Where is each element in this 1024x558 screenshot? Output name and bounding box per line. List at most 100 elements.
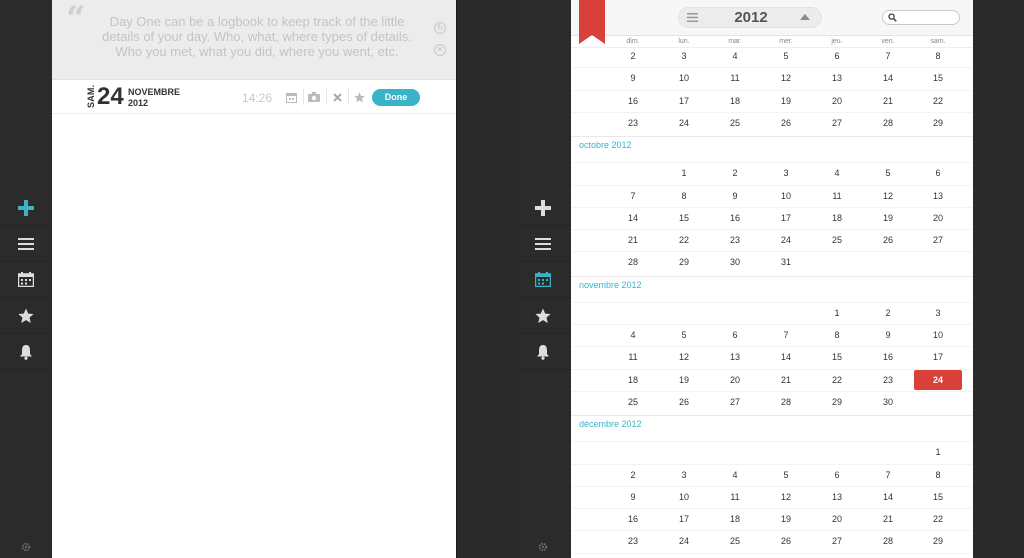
calendar-view-button[interactable] bbox=[0, 262, 52, 298]
calendar-day[interactable]: 8 bbox=[822, 330, 852, 340]
calendar-day[interactable]: 21 bbox=[873, 96, 903, 106]
calendar-day[interactable]: 17 bbox=[669, 96, 699, 106]
calendar-day[interactable]: 15 bbox=[923, 73, 953, 83]
calendar-day[interactable]: 31 bbox=[771, 257, 801, 267]
search-input[interactable] bbox=[882, 10, 960, 25]
calendar-day[interactable]: 10 bbox=[669, 73, 699, 83]
calendar-day[interactable]: 20 bbox=[923, 213, 953, 223]
calendar-day[interactable]: 25 bbox=[822, 235, 852, 245]
calendar-day[interactable]: 3 bbox=[669, 470, 699, 480]
calendar-day[interactable]: 20 bbox=[822, 514, 852, 524]
calendar-day[interactable]: 22 bbox=[923, 514, 953, 524]
calendar-day[interactable]: 10 bbox=[669, 492, 699, 502]
calendar-day[interactable]: 25 bbox=[720, 536, 750, 546]
calendar-day[interactable]: 29 bbox=[923, 118, 953, 128]
calendar-day[interactable]: 28 bbox=[873, 536, 903, 546]
starred-button[interactable] bbox=[515, 298, 571, 334]
calendar-day[interactable]: 4 bbox=[822, 168, 852, 178]
calendar-day[interactable]: 30 bbox=[720, 257, 750, 267]
calendar-day[interactable]: 29 bbox=[669, 257, 699, 267]
year-selector[interactable]: 2012 bbox=[678, 7, 822, 28]
calendar-day[interactable]: 15 bbox=[923, 492, 953, 502]
calendar-day[interactable]: 14 bbox=[771, 352, 801, 362]
calendar-day[interactable]: 7 bbox=[618, 191, 648, 201]
calendar-day[interactable]: 9 bbox=[873, 330, 903, 340]
add-photo-button[interactable] bbox=[307, 90, 321, 104]
calendar-day[interactable]: 2 bbox=[618, 51, 648, 61]
list-view-button[interactable] bbox=[515, 226, 571, 262]
delete-entry-button[interactable] bbox=[330, 90, 344, 104]
calendar-day[interactable]: 4 bbox=[720, 470, 750, 480]
calendar-day[interactable]: 19 bbox=[771, 96, 801, 106]
calendar-day[interactable]: 11 bbox=[720, 73, 750, 83]
new-entry-button[interactable] bbox=[0, 190, 52, 226]
calendar-day[interactable]: 22 bbox=[822, 375, 852, 385]
calendar-day[interactable]: 25 bbox=[618, 397, 648, 407]
calendar-day[interactable]: 18 bbox=[720, 514, 750, 524]
calendar-day[interactable]: 28 bbox=[618, 257, 648, 267]
calendar-day[interactable]: 25 bbox=[720, 118, 750, 128]
calendar-day[interactable]: 2 bbox=[720, 168, 750, 178]
calendar-day[interactable]: 21 bbox=[873, 514, 903, 524]
calendar-day[interactable]: 21 bbox=[618, 235, 648, 245]
calendar-day[interactable]: 26 bbox=[669, 397, 699, 407]
calendar-day[interactable]: 1 bbox=[669, 168, 699, 178]
calendar-day[interactable]: 29 bbox=[822, 397, 852, 407]
calendar-day[interactable]: 6 bbox=[923, 168, 953, 178]
calendar-day[interactable]: 7 bbox=[873, 51, 903, 61]
calendar-day[interactable]: 23 bbox=[618, 536, 648, 546]
calendar-day[interactable]: 24 bbox=[669, 118, 699, 128]
calendar-day[interactable]: 10 bbox=[771, 191, 801, 201]
calendar-day[interactable]: 22 bbox=[923, 96, 953, 106]
calendar-day[interactable]: 3 bbox=[923, 308, 953, 318]
calendar-day[interactable]: 29 bbox=[923, 536, 953, 546]
calendar-day[interactable]: 27 bbox=[923, 235, 953, 245]
close-prompt-button[interactable]: ✕ bbox=[434, 44, 446, 56]
calendar-day[interactable]: 27 bbox=[720, 397, 750, 407]
calendar-day[interactable]: 1 bbox=[822, 308, 852, 318]
calendar-day[interactable]: 15 bbox=[669, 213, 699, 223]
calendar-day[interactable]: 17 bbox=[771, 213, 801, 223]
entry-time[interactable]: 14:26 bbox=[242, 91, 272, 105]
calendar-day[interactable]: 26 bbox=[771, 536, 801, 546]
calendar-day[interactable]: 8 bbox=[923, 470, 953, 480]
calendar-day[interactable]: 12 bbox=[771, 73, 801, 83]
reminders-button[interactable] bbox=[515, 334, 571, 370]
calendar-day[interactable]: 5 bbox=[771, 470, 801, 480]
settings-button[interactable] bbox=[515, 542, 571, 552]
calendar-day[interactable]: 3 bbox=[669, 51, 699, 61]
calendar-day[interactable]: 8 bbox=[669, 191, 699, 201]
calendar-view-button[interactable] bbox=[515, 262, 571, 298]
calendar-day[interactable]: 10 bbox=[923, 330, 953, 340]
calendar-day[interactable]: 13 bbox=[720, 352, 750, 362]
settings-button[interactable] bbox=[0, 542, 52, 552]
calendar-day[interactable]: 18 bbox=[618, 375, 648, 385]
calendar-day[interactable]: 11 bbox=[618, 352, 648, 362]
calendar-day[interactable]: 12 bbox=[669, 352, 699, 362]
calendar-day[interactable]: 26 bbox=[771, 118, 801, 128]
list-view-button[interactable] bbox=[0, 226, 52, 262]
calendar-day[interactable]: 14 bbox=[618, 213, 648, 223]
calendar-day[interactable]: 7 bbox=[873, 470, 903, 480]
calendar-day[interactable]: 9 bbox=[720, 191, 750, 201]
calendar-day[interactable]: 27 bbox=[822, 118, 852, 128]
new-entry-button[interactable] bbox=[515, 190, 571, 226]
calendar-day[interactable]: 16 bbox=[618, 96, 648, 106]
calendar-day[interactable]: 28 bbox=[771, 397, 801, 407]
calendar-day[interactable]: 13 bbox=[923, 191, 953, 201]
calendar-day[interactable]: 27 bbox=[822, 536, 852, 546]
calendar-day[interactable]: 13 bbox=[822, 492, 852, 502]
calendar-day[interactable]: 19 bbox=[669, 375, 699, 385]
calendar-day[interactable]: 5 bbox=[669, 330, 699, 340]
calendar-day[interactable]: 16 bbox=[618, 514, 648, 524]
calendar-day[interactable]: 6 bbox=[822, 51, 852, 61]
calendar-day[interactable]: 23 bbox=[618, 118, 648, 128]
calendar-day[interactable]: 17 bbox=[669, 514, 699, 524]
calendar-day[interactable]: 6 bbox=[720, 330, 750, 340]
calendar-day[interactable]: 3 bbox=[771, 168, 801, 178]
refresh-prompt-button[interactable]: ↻ bbox=[434, 22, 446, 34]
starred-button[interactable] bbox=[0, 298, 52, 334]
calendar-day[interactable]: 16 bbox=[873, 352, 903, 362]
calendar-day[interactable]: 26 bbox=[873, 235, 903, 245]
calendar-day[interactable]: 4 bbox=[720, 51, 750, 61]
